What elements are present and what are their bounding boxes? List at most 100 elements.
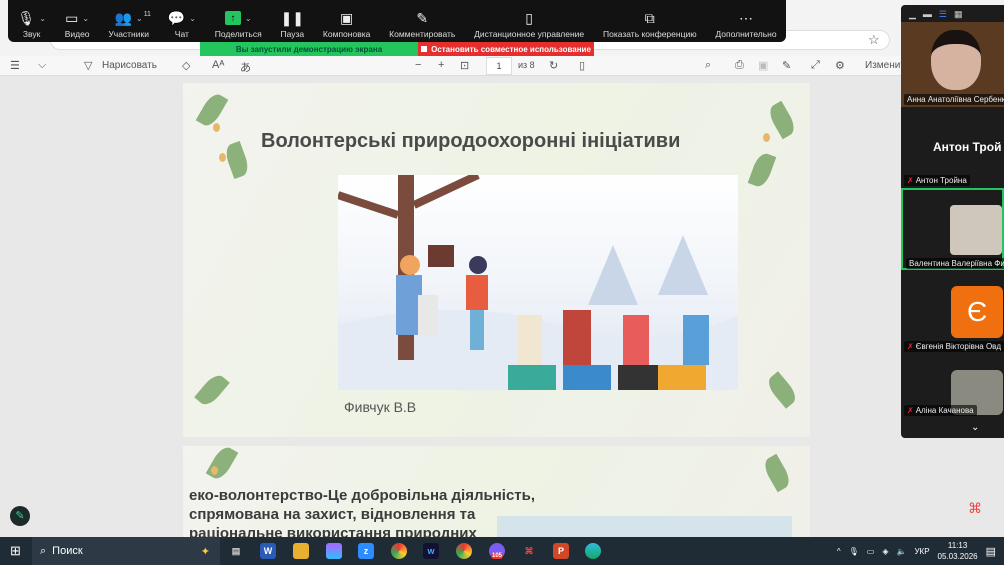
participant-name: Валентина Валеріївна Фив bbox=[906, 258, 1004, 269]
participant-tile[interactable]: Анна Анатоліївна Сербенко bbox=[901, 22, 1004, 107]
volume-icon[interactable]: 🔈 bbox=[897, 547, 907, 556]
stop-sharing-button[interactable]: Остановить совместное использование bbox=[418, 42, 594, 56]
zoom-btn-microphone[interactable]: 🎙 ⌄ Звук bbox=[17, 7, 46, 40]
fit-page-icon[interactable]: ⊡ bbox=[460, 59, 469, 72]
illustration-image bbox=[338, 175, 738, 390]
zoom-btn-label: Звук bbox=[22, 29, 41, 39]
taskbar-search[interactable]: ⌕ Поиск ✦ bbox=[32, 537, 220, 565]
contents-icon[interactable]: ☰ bbox=[10, 59, 20, 72]
stop-sharing-label: Остановить совместное использование bbox=[431, 44, 591, 54]
notification-badge: 105 bbox=[490, 553, 503, 559]
panel-view-controls: ▁ ▬ ☰ ▦ bbox=[901, 5, 1004, 23]
zoom-in-button[interactable]: + bbox=[438, 59, 444, 71]
print-icon[interactable]: ⎙ bbox=[735, 59, 744, 72]
thumbnail-view-icon[interactable]: ▬ bbox=[923, 9, 932, 19]
zoom-btn-chat[interactable]: 💬 ⌄ Чат bbox=[167, 7, 196, 40]
draw-button[interactable]: Нарисовать bbox=[102, 60, 157, 71]
translate-icon[interactable]: あ bbox=[240, 59, 251, 75]
rotate-icon[interactable]: ↻ bbox=[549, 59, 558, 72]
participant-count: 11 bbox=[143, 11, 151, 18]
volunteers-illustration bbox=[338, 175, 738, 390]
chevron-down-icon[interactable]: ⌄ bbox=[189, 14, 196, 23]
zoom-out-button[interactable]: − bbox=[415, 59, 421, 71]
search-label: Поиск bbox=[52, 545, 83, 557]
edit-button[interactable]: Изменит bbox=[865, 60, 905, 71]
read-aloud-icon[interactable]: Aᴬ bbox=[212, 59, 224, 71]
chevron-down-icon[interactable]: ⌄ bbox=[136, 14, 143, 23]
page-view-icon[interactable]: ▯ bbox=[579, 59, 585, 72]
chevron-down-icon[interactable]: ⌄ bbox=[971, 422, 979, 433]
slide-author: Фивчук В.В bbox=[344, 399, 417, 415]
zoom-btn-share[interactable]: ↑ ⌄ Поделиться bbox=[215, 7, 262, 39]
language-indicator[interactable]: УКР bbox=[914, 547, 929, 556]
slide-2: еко-волонтерство-Це добровільна діяльніс… bbox=[183, 446, 810, 537]
acrobat-taskbar-icon[interactable]: ⌘ bbox=[521, 543, 537, 559]
zoom-btn-show-meeting[interactable]: ⧉ Показать конференцию bbox=[603, 7, 697, 40]
zoom-btn-participants[interactable]: 👥 ⌄ 11 Участники bbox=[108, 7, 151, 40]
acrobat-icon[interactable]: ⌘ bbox=[968, 500, 982, 517]
pause-icon: ❚❚ bbox=[280, 9, 305, 26]
pencil-icon: ✎ bbox=[416, 9, 429, 26]
highlight-icon[interactable]: ⌵ bbox=[38, 59, 46, 72]
notifications-icon[interactable]: ▤ bbox=[986, 545, 996, 558]
chat-icon: 💬 bbox=[167, 9, 186, 26]
windows-start-icon[interactable]: ⊞ bbox=[10, 543, 21, 559]
participant-video-panel: ▁ ▬ ☰ ▦ Анна Анатоліївна Сербенко Антон … bbox=[901, 5, 1004, 438]
bookmark-star-icon[interactable]: ☆ bbox=[868, 32, 880, 48]
participant-tile[interactable]: Валентина Валеріївна Фив bbox=[901, 188, 1004, 270]
draw-icon[interactable]: ▽ bbox=[84, 59, 92, 72]
chevron-down-icon[interactable]: ⌄ bbox=[245, 14, 252, 23]
zoom-btn-mouse[interactable]: ▯ Дистанционное управление bbox=[474, 7, 585, 40]
annotate-fab[interactable]: ✎ bbox=[10, 506, 30, 526]
powerpoint-icon[interactable]: P bbox=[553, 543, 569, 559]
network-icon[interactable]: ◈ bbox=[882, 547, 888, 556]
zoom-btn-pause[interactable]: ❚❚ Пауза bbox=[280, 7, 305, 40]
zoom-btn-layout[interactable]: ▣ Компоновка bbox=[323, 7, 370, 40]
more-icon: ⋯ bbox=[738, 9, 753, 26]
battery-icon[interactable]: ▭ bbox=[867, 547, 875, 556]
save-icon[interactable]: ▣ bbox=[758, 59, 768, 72]
fullscreen-icon[interactable]: ⤢ bbox=[811, 59, 820, 72]
clock[interactable]: 11:13 05.03.2026 bbox=[938, 540, 978, 562]
viber-icon[interactable]: 105 bbox=[489, 543, 505, 559]
participant-name: Анна Анатоліївна Сербенко bbox=[904, 94, 1004, 105]
zoom-btn-label: Комментировать bbox=[389, 29, 456, 39]
chrome-icon[interactable] bbox=[391, 543, 407, 559]
zoom-btn-label: Дистанционное управление bbox=[474, 29, 585, 39]
zoom-btn-video-camera[interactable]: ▭ ⌄ Видео bbox=[64, 7, 90, 40]
date: 05.03.2026 bbox=[937, 552, 978, 561]
chevron-down-icon[interactable]: ⌄ bbox=[39, 14, 46, 23]
copilot-icon[interactable] bbox=[326, 543, 342, 559]
page-count: из 8 bbox=[518, 60, 535, 70]
gallery-view-icon[interactable]: ▦ bbox=[954, 9, 963, 20]
zoom-btn-label: Видео bbox=[64, 29, 90, 39]
chrome-profile-icon[interactable] bbox=[456, 543, 472, 559]
participant-name: ✗ Антон Тройна bbox=[904, 175, 970, 186]
zoom-btn-pencil[interactable]: ✎ Комментировать bbox=[389, 7, 456, 40]
search-icon: ⌕ bbox=[40, 544, 47, 557]
sharing-status-text: Вы запустили демонстрацию экрана bbox=[235, 44, 383, 54]
search-icon[interactable]: ⌕ bbox=[705, 59, 711, 72]
microphone-icon[interactable]: 🎙 bbox=[849, 547, 859, 556]
stop-icon bbox=[421, 46, 428, 52]
copilot-sparkle-icon: ✦ bbox=[200, 545, 210, 558]
time: 11:13 bbox=[947, 541, 968, 550]
word-icon[interactable]: W bbox=[260, 543, 276, 559]
chevron-down-icon[interactable]: ⌄ bbox=[82, 14, 89, 23]
edge-icon[interactable] bbox=[585, 543, 601, 559]
zoom-btn-label: Поделиться bbox=[214, 29, 262, 39]
settings-icon[interactable]: ⚙ bbox=[835, 59, 845, 72]
zoom-btn-more[interactable]: ⋯ Дополнительно bbox=[715, 7, 776, 40]
minimize-icon[interactable]: ▁ bbox=[909, 9, 916, 20]
page-number-input[interactable]: 1 bbox=[486, 57, 512, 75]
zoom-icon[interactable]: z bbox=[358, 543, 374, 559]
participant-avatar: Є bbox=[951, 286, 1003, 338]
speaker-view-icon[interactable]: ☰ bbox=[939, 9, 947, 20]
slide-title: Волонтерські природоохоронні ініціативи bbox=[261, 130, 681, 152]
webex-icon[interactable]: w bbox=[423, 543, 439, 559]
file-explorer-icon[interactable] bbox=[293, 543, 309, 559]
eraser-icon[interactable]: ◇ bbox=[182, 59, 190, 72]
edit-icon[interactable]: ✎ bbox=[782, 59, 791, 72]
chevron-up-icon[interactable]: ^ bbox=[837, 547, 841, 556]
task-view-icon[interactable]: ▤ bbox=[228, 543, 244, 559]
